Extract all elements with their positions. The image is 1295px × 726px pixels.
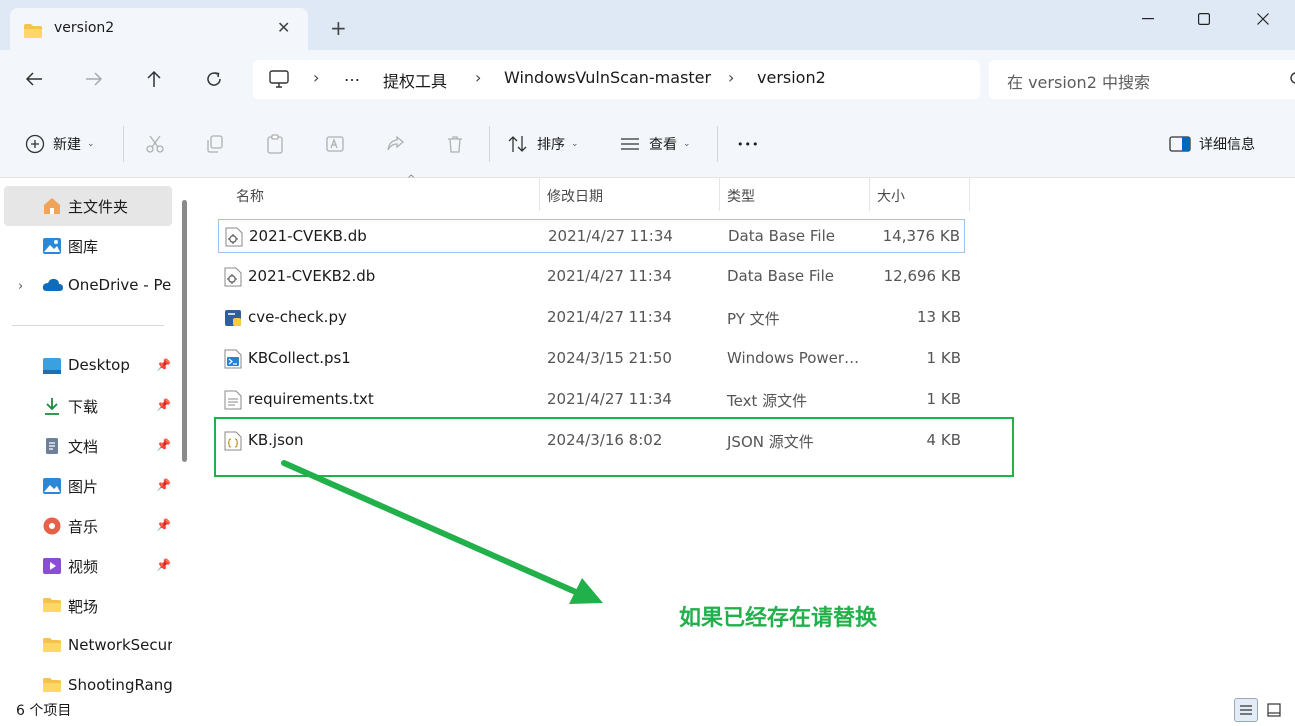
annotation-text: 如果已经存在请替换 bbox=[679, 606, 878, 631]
tiles-view-button[interactable] bbox=[1262, 698, 1286, 722]
tiles-view-icon bbox=[1267, 703, 1281, 717]
item-count: 6 个项目 bbox=[16, 703, 72, 719]
list-view-icon bbox=[1240, 705, 1252, 715]
annotation-arrow bbox=[281, 460, 603, 604]
status-bar: 6 个项目 bbox=[0, 694, 1295, 726]
details-view-button[interactable] bbox=[1234, 698, 1258, 722]
